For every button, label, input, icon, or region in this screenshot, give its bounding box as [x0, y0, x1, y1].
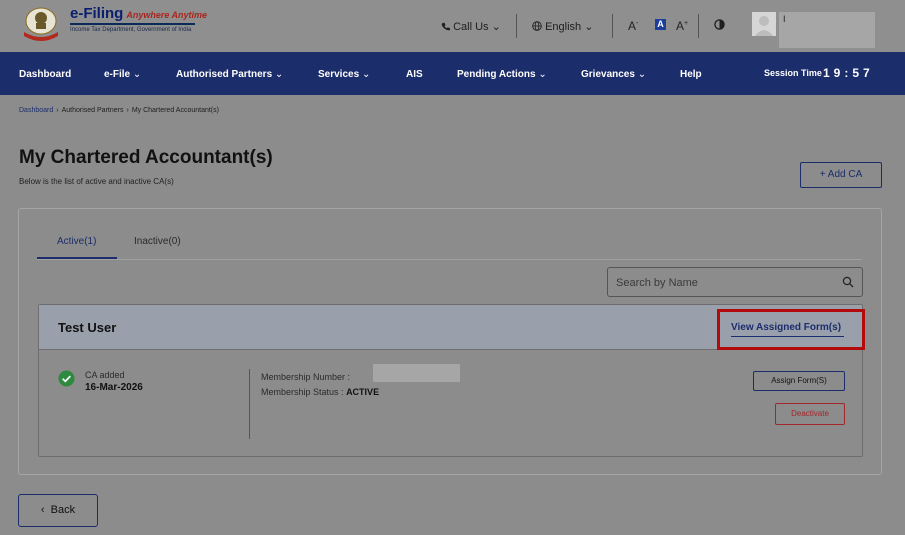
- nav-item-label: e-File: [104, 69, 131, 80]
- nav-item-ais[interactable]: AIS: [406, 69, 423, 80]
- ca-entry-header: Test User View Assigned Form(s): [39, 305, 865, 350]
- logo-subtitle: Income Tax Department, Government of Ind…: [70, 27, 192, 33]
- chevron-down-icon: ⌄: [132, 69, 142, 80]
- nav-item-pending-actions[interactable]: Pending Actions ⌄: [457, 69, 547, 80]
- header-divider: [612, 14, 613, 38]
- search-box[interactable]: [607, 267, 863, 297]
- header-divider: [698, 14, 699, 38]
- chevron-down-icon: ⌄: [584, 21, 594, 33]
- logo-tagline: Anywhere Anytime: [126, 10, 208, 20]
- nav-item-help[interactable]: Help: [680, 69, 702, 80]
- chevron-down-icon: ⌄: [361, 69, 371, 80]
- highlight-box: [717, 309, 865, 350]
- add-ca-button[interactable]: + Add CA: [800, 162, 882, 188]
- govt-emblem-icon: [24, 7, 58, 41]
- tab-inactive[interactable]: Inactive(0): [134, 236, 181, 247]
- font-decrease-label: A: [628, 19, 637, 33]
- font-normal-button[interactable]: A: [655, 19, 666, 30]
- ca-name: Test User: [58, 320, 117, 335]
- breadcrumb: Dashboard › Authorised Partners › My Charter…: [19, 107, 219, 114]
- font-increase-label: A: [676, 19, 685, 33]
- language-dropdown[interactable]: English ⌄: [532, 20, 593, 33]
- membership-status-label: Membership Status :: [261, 387, 344, 397]
- ca-status-label: CA added: [85, 370, 125, 380]
- check-circle-icon: [58, 370, 75, 387]
- chevron-left-icon: ‹: [40, 504, 45, 516]
- logo-title: e-Filing: [70, 5, 124, 22]
- efiling-logo[interactable]: e-Filing Anywhere Anytime: [70, 5, 207, 22]
- user-name-redacted[interactable]: [779, 12, 875, 48]
- nav-item-label: Pending Actions: [457, 69, 536, 80]
- page-subtitle: Below is the list of active and inactive…: [19, 177, 174, 186]
- tab-divider: [37, 259, 862, 260]
- tab-active[interactable]: Active(1): [57, 236, 96, 247]
- nav-item-label: Services: [318, 69, 360, 80]
- membership-number-redacted: [373, 364, 460, 382]
- breadcrumb-authorised-partners[interactable]: Authorised Partners: [62, 107, 124, 114]
- phone-icon: [441, 22, 450, 31]
- breadcrumb-current: My Chartered Accountant(s): [131, 107, 219, 114]
- user-initial: I: [783, 14, 786, 24]
- ca-added-date: 16-Mar-2026: [85, 382, 143, 393]
- ca-list-card: Active(1) Inactive(0) Test User View Ass…: [18, 208, 882, 475]
- call-us-label: Call Us: [453, 21, 489, 33]
- page-title: My Chartered Accountant(s): [19, 147, 273, 168]
- font-decrease-button[interactable]: A-: [628, 19, 638, 33]
- nav-item-authorised-partners[interactable]: Authorised Partners ⌄: [176, 69, 283, 80]
- contrast-icon[interactable]: [714, 19, 725, 30]
- search-input[interactable]: [616, 276, 826, 290]
- font-increase-button[interactable]: A+: [676, 19, 688, 33]
- session-time-label: Session Time: [764, 68, 822, 78]
- language-label: English: [545, 21, 582, 33]
- membership-status: Membership Status : ACTIVE: [261, 387, 379, 397]
- nav-item-label: Grievances: [581, 69, 635, 80]
- ca-entry: Test User View Assigned Form(s) CA added…: [38, 304, 865, 457]
- nav-item-services[interactable]: Services ⌄: [318, 69, 370, 80]
- membership-number-label: Membership Number :: [261, 372, 351, 382]
- main-nav: Dashboard e-File ⌄ Authorised Partners ⌄…: [0, 52, 905, 95]
- nav-item-dashboard[interactable]: Dashboard: [19, 69, 71, 80]
- entry-divider: [249, 369, 250, 439]
- deactivate-button[interactable]: Deactivate: [775, 403, 845, 425]
- chevron-right-icon: ›: [56, 107, 59, 114]
- chevron-down-icon: ⌄: [274, 69, 284, 80]
- logo-divider: [70, 23, 195, 25]
- assign-form-button[interactable]: Assign Form(S): [753, 371, 845, 391]
- chevron-down-icon: ⌄: [538, 69, 547, 80]
- chevron-right-icon: ›: [126, 107, 129, 114]
- chevron-down-icon: ⌄: [637, 69, 647, 80]
- top-header: e-Filing Anywhere Anytime Income Tax Depa…: [0, 0, 905, 52]
- search-icon[interactable]: [842, 276, 854, 288]
- chevron-down-icon: ⌄: [491, 21, 501, 33]
- user-icon: [755, 16, 773, 36]
- back-label: Back: [50, 504, 76, 516]
- globe-icon: [532, 21, 542, 31]
- membership-status-value: ACTIVE: [346, 387, 380, 397]
- call-us-dropdown[interactable]: Call Us ⌄: [441, 20, 501, 33]
- nav-item-label: Authorised Partners: [176, 69, 273, 80]
- session-timer: 19:57: [823, 66, 874, 80]
- header-divider: [516, 14, 517, 38]
- back-button[interactable]: ‹ Back: [18, 494, 98, 527]
- nav-item-efile[interactable]: e-File ⌄: [104, 69, 141, 80]
- breadcrumb-dashboard[interactable]: Dashboard: [19, 107, 53, 114]
- nav-item-grievances[interactable]: Grievances ⌄: [581, 69, 646, 80]
- avatar[interactable]: [752, 12, 776, 36]
